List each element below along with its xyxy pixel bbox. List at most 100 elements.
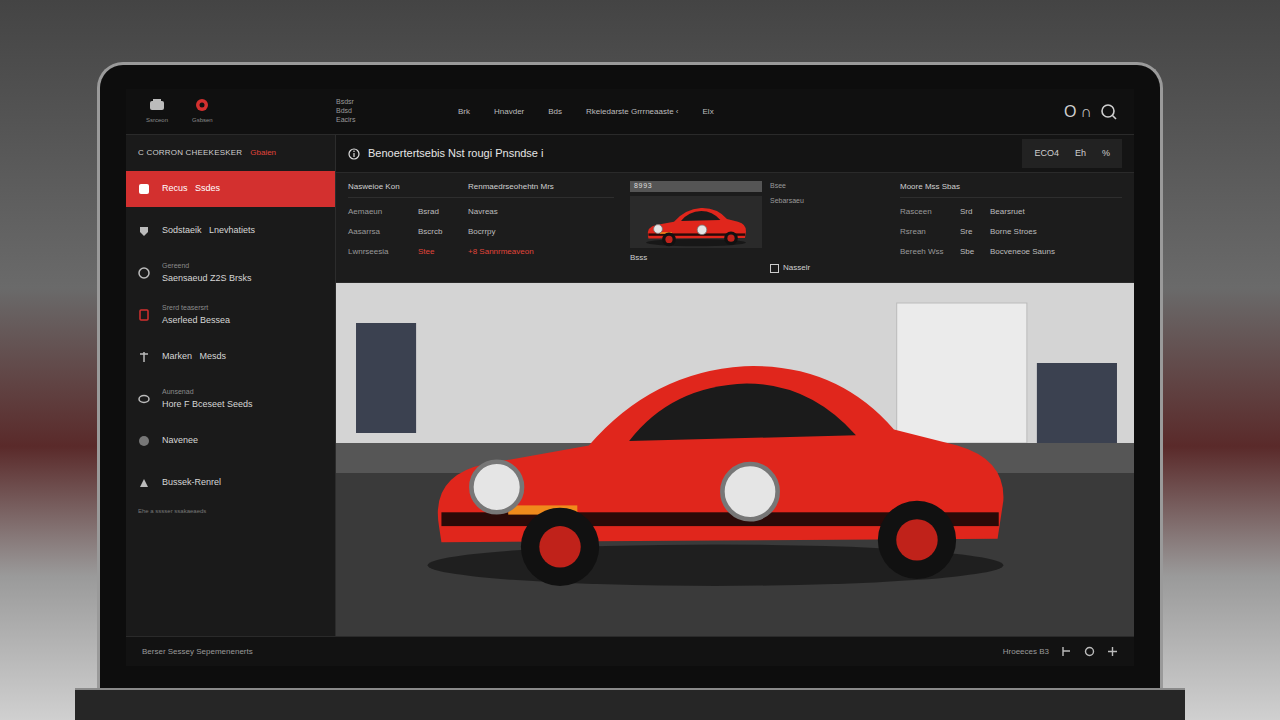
control-button[interactable]: O — [1064, 104, 1076, 120]
vehicle-code: 8993 — [630, 181, 762, 192]
sidebar-item[interactable]: Sodstaeik Lnevhatiets — [126, 213, 335, 249]
sidebar-item-label: Marken Mesds — [162, 350, 226, 364]
details-row: AemaeunBsradNavreas — [348, 206, 614, 218]
brand-line: Bdsd — [336, 107, 426, 116]
sidebar-item-sub: Aunsenad — [162, 387, 253, 398]
details-value: Sre — [960, 226, 990, 238]
sidebar-title: C CORRON CHEEKESKER — [138, 147, 242, 159]
sidebar-item[interactable]: Navenee — [126, 423, 335, 459]
sidebar-item[interactable]: AunsenadHore F Bceseet Seeds — [126, 381, 335, 417]
nav-item[interactable]: Bds — [548, 106, 562, 118]
menu-icon — [138, 225, 150, 237]
sidebar-item-label: Sodstaeik Lnevhatiets — [162, 224, 255, 238]
vehicle-photo — [336, 283, 1134, 636]
sidebar-item-text: Sodstaeik Lnevhatiets — [162, 224, 255, 238]
details-value: Bsrad — [418, 206, 468, 218]
square-icon — [770, 264, 779, 273]
laptop: Ssrceon Gsbsen BsdsrBdsdEacirs Brk Hnavder Bd… — [97, 62, 1163, 688]
sidebar-item-text: Srerd teasersrtAserleed Bessea — [162, 303, 230, 327]
app-switcher: Ssrceon Gsbsen — [126, 98, 336, 125]
brand-line: Bsdsr — [336, 98, 426, 107]
details-value: Bscrcb — [418, 226, 468, 238]
nav: Brk Hnavder Bds Rkeiedarste Grrrneaaste ‹ El… — [426, 106, 1064, 118]
menu-icon — [138, 183, 150, 195]
sidebar-item[interactable]: Recus Ssdes — [126, 171, 335, 207]
sidebar-item-text: Navenee — [162, 434, 198, 448]
status-right: Hroeeces B3 — [1003, 646, 1118, 658]
garage-icon — [149, 98, 165, 112]
sidebar-item-label: Hore F Bceseet Seeds — [162, 398, 253, 412]
details-left: Nasweioe KonRenmaedrseohehtn Mrs AemaeunB… — [336, 173, 626, 282]
details-value: Srd — [960, 206, 990, 218]
menu-icon — [138, 351, 150, 363]
sidebar-note: Ehe a sssser ssakaeaeds — [126, 507, 335, 516]
details-value: Sbe — [960, 246, 990, 258]
vehicle-tag: Nasselr — [770, 262, 810, 274]
menu-icon — [138, 393, 150, 405]
nav-item[interactable]: Hnavder — [494, 106, 524, 118]
status-right-text: Hroeeces B3 — [1003, 646, 1049, 658]
stat: ECO4 — [1034, 147, 1059, 161]
details-extra: Bocveneoe Sauns — [990, 246, 1122, 258]
details-extra: Borne Stroes — [990, 226, 1122, 238]
app-label: Gsbsen — [192, 116, 213, 125]
page-header: Benoertertsebis Nst rougi Pnsndse i ECO4 E… — [336, 135, 1134, 173]
body-area: C CORRON CHEEKESKER Gbaien Recus Ssdes Sods… — [126, 135, 1134, 636]
settings-icon — [1084, 646, 1095, 657]
details-right-row: RasceenSrdBearsruet — [900, 206, 1122, 218]
sidebar-item-label: Recus Ssdes — [162, 182, 220, 196]
details-right: Moore Mss SbasRasceenSrdBearsruetRsreanS… — [888, 173, 1134, 282]
sidebar-item[interactable]: Bussek-Renrel — [126, 465, 335, 501]
sidebar-item-text: Recus Ssdes — [162, 182, 220, 196]
sidebar-item[interactable]: GereendSaensaeud Z2S Brsks — [126, 255, 335, 291]
nav-item[interactable]: Rkeiedarste Grrrneaaste ‹ — [586, 106, 678, 118]
stat: Eh — [1075, 147, 1086, 161]
menu-icon — [138, 267, 150, 279]
sidebar-item-label: Navenee — [162, 434, 198, 448]
details-extra: Navreas — [468, 206, 614, 218]
app-label: Ssrceon — [146, 116, 168, 125]
details-value: Stee — [418, 246, 468, 258]
sidebar: C CORRON CHEEKESKER Gbaien Recus Ssdes Sods… — [126, 135, 336, 636]
menu-icon — [138, 477, 150, 489]
app-button[interactable]: Ssrceon — [146, 98, 168, 125]
screen: Ssrceon Gsbsen BsdsrBdsdEacirs Brk Hnavder Bd… — [126, 89, 1134, 666]
vehicle-caption: Bsss — [630, 252, 762, 264]
sidebar-item-text: GereendSaensaeud Z2S Brsks — [162, 261, 252, 285]
brand-line: Eacirs — [336, 116, 426, 125]
sidebar-header: C CORRON CHEEKESKER Gbaien — [126, 135, 335, 171]
menu-icon — [138, 309, 150, 321]
top-bar: Ssrceon Gsbsen BsdsrBdsdEacirs Brk Hnavder Bd… — [126, 89, 1134, 135]
sidebar-badge: Gbaien — [250, 147, 276, 159]
details-label: Bereeh Wss — [900, 246, 960, 258]
car-icon — [637, 197, 755, 247]
add-icon — [1107, 646, 1118, 657]
stat: % — [1102, 147, 1110, 161]
keyboard — [75, 688, 1185, 720]
sidebar-item-sub: Gereend — [162, 261, 252, 272]
app-button[interactable]: Gsbsen — [192, 98, 213, 125]
details-extra: Bearsruet — [990, 206, 1122, 218]
nav-item[interactable]: Elx — [703, 106, 714, 118]
page-title: Benoertertsebis Nst rougi Pnsndse i — [368, 145, 543, 162]
sidebar-item[interactable]: Marken Mesds — [126, 339, 335, 375]
page-title-group: Benoertertsebis Nst rougi Pnsndse i — [348, 145, 543, 162]
details-header: Nasweioe KonRenmaedrseohehtn Mrs — [348, 181, 614, 198]
details-label: Aemaeun — [348, 206, 418, 218]
control-button[interactable]: ∩ — [1081, 104, 1093, 120]
details-right-row: RsreanSreBorne Stroes — [900, 226, 1122, 238]
details-header-cell: Nasweioe Kon — [348, 181, 468, 193]
sidebar-item-sub: Srerd teasersrt — [162, 303, 230, 314]
details-extra: +8 Sannrmeaveon — [468, 246, 614, 258]
vehicle-card[interactable]: 8993BsssBseeSebarsaeuNasselr — [626, 173, 888, 282]
sidebar-item-text: Marken Mesds — [162, 350, 226, 364]
vehicle-thumbnail — [630, 196, 762, 248]
main: Benoertertsebis Nst rougi Pnsndse i ECO4 E… — [336, 135, 1134, 636]
filter-icon — [1061, 646, 1072, 657]
sidebar-item[interactable]: Srerd teasersrtAserleed Bessea — [126, 297, 335, 333]
details-row: LwnrseesiaStee+8 Sannrmeaveon — [348, 246, 614, 258]
nav-item[interactable]: Brk — [458, 106, 470, 118]
sidebar-item-text: AunsenadHore F Bceseet Seeds — [162, 387, 253, 411]
menu-icon — [138, 435, 150, 447]
details-label: Rasceen — [900, 206, 960, 218]
